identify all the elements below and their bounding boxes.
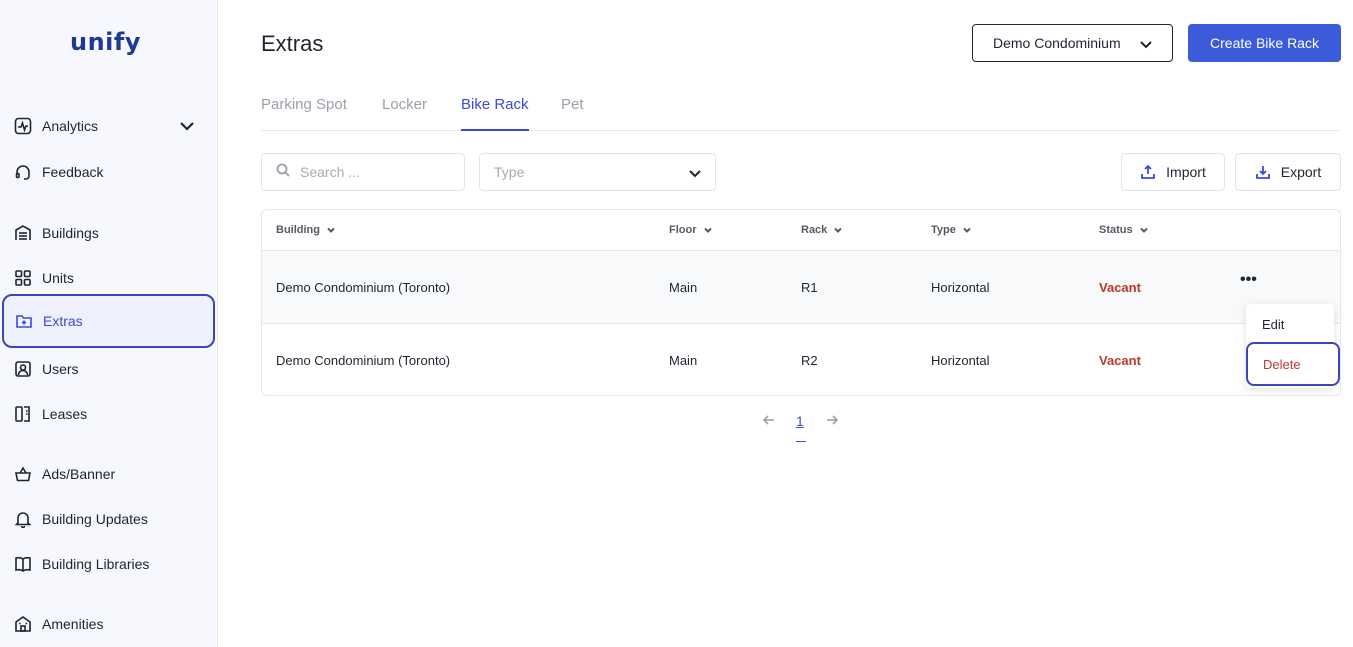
column-header-building[interactable]: Building [276, 224, 336, 236]
chevron-down-icon [326, 225, 336, 235]
column-header-type[interactable]: Type [931, 224, 972, 236]
status-badge: Vacant [1099, 353, 1141, 368]
column-header-rack[interactable]: Rack [801, 224, 843, 236]
sidebar-item-label: Units [42, 270, 74, 286]
grid-icon [14, 269, 32, 287]
import-label: Import [1166, 164, 1206, 180]
sidebar-item-users[interactable]: Users [0, 349, 218, 389]
more-options-icon[interactable]: ••• [1240, 272, 1262, 293]
sidebar-item-label: Amenities [42, 616, 104, 632]
menu-item-delete[interactable]: Delete [1246, 342, 1340, 386]
table-row[interactable]: Demo Condominium (Toronto) Main R1 Horiz… [262, 250, 1340, 323]
building-select-value: Demo Condominium [993, 35, 1121, 51]
search-icon [276, 163, 290, 182]
column-header-label: Status [1099, 224, 1133, 236]
chevron-down-icon[interactable] [178, 117, 196, 135]
sidebar-item-leases[interactable]: Leases [0, 394, 218, 434]
arrow-left-icon [762, 414, 776, 430]
menu-item-edit[interactable]: Edit [1262, 317, 1284, 332]
user-badge-icon [14, 360, 32, 378]
sidebar-item-label: Users [42, 361, 79, 377]
building-icon [14, 615, 32, 633]
sidebar-item-label: Building Libraries [42, 556, 150, 572]
document-icon [14, 405, 32, 423]
building-select[interactable]: Demo Condominium [972, 24, 1173, 62]
sidebar-item-label: Extras [43, 313, 83, 329]
sidebar-item-buildings[interactable]: Buildings [0, 213, 218, 253]
chevron-down-icon [962, 225, 972, 235]
cell-building: Demo Condominium (Toronto) [276, 353, 451, 368]
column-header-label: Floor [669, 224, 697, 236]
export-button[interactable]: Export [1235, 153, 1341, 191]
chevron-down-icon [1139, 225, 1149, 235]
app-logo[interactable]: unify [70, 28, 141, 56]
sidebar-item-building-libraries[interactable]: Building Libraries [0, 544, 218, 584]
sidebar-item-amenities[interactable]: Amenities [0, 604, 218, 644]
type-filter-select[interactable]: Type [479, 153, 716, 191]
extras-tabs: Parking Spot Locker Bike Rack Pet [261, 92, 1341, 131]
book-icon [14, 555, 32, 573]
sidebar: unify Analytics Feedback Buildings Units… [0, 0, 218, 647]
download-icon [1255, 164, 1271, 180]
sidebar-item-label: Feedback [42, 164, 104, 180]
sidebar-item-units[interactable]: Units [0, 258, 218, 298]
bike-rack-table: Building Floor Rack Type Status Demo Con… [261, 209, 1341, 396]
garage-icon [14, 224, 32, 242]
tab-locker[interactable]: Locker [382, 96, 427, 131]
column-header-label: Building [276, 224, 320, 236]
page-title: Extras [261, 31, 324, 56]
prev-page-button[interactable] [762, 413, 776, 437]
import-button[interactable]: Import [1121, 153, 1225, 191]
column-header-label: Type [931, 224, 956, 236]
status-badge: Vacant [1099, 280, 1141, 295]
sidebar-item-label: Leases [42, 406, 88, 422]
basket-icon [14, 465, 32, 483]
sidebar-item-extras[interactable]: Extras [2, 294, 215, 348]
sidebar-item-analytics[interactable]: Analytics [0, 106, 218, 146]
tab-bike-rack[interactable]: Bike Rack [461, 96, 529, 131]
chevron-down-icon [1138, 36, 1154, 52]
sidebar-item-building-updates[interactable]: Building Updates [0, 499, 218, 539]
upload-icon [1140, 164, 1156, 180]
bell-icon [14, 510, 32, 528]
cell-type: Horizontal [931, 353, 990, 368]
current-page-indicator [796, 441, 806, 442]
cell-building: Demo Condominium (Toronto) [276, 280, 451, 295]
headset-icon [14, 163, 32, 181]
type-filter-placeholder: Type [494, 164, 525, 180]
pulse-chart-icon [14, 117, 32, 135]
sidebar-item-ads-banner[interactable]: Ads/Banner [0, 454, 218, 494]
search-box[interactable] [261, 153, 465, 191]
chevron-down-icon [703, 225, 713, 235]
cell-floor: Main [669, 280, 698, 295]
column-header-label: Rack [801, 224, 828, 236]
arrow-right-icon [825, 414, 839, 430]
sidebar-item-label: Ads/Banner [42, 466, 116, 482]
tab-pet[interactable]: Pet [561, 96, 584, 131]
cell-type: Horizontal [931, 280, 990, 295]
table-row[interactable]: Demo Condominium (Toronto) Main R2 Horiz… [262, 323, 1340, 395]
sidebar-item-label: Analytics [42, 118, 99, 134]
sidebar-item-label: Building Updates [42, 511, 148, 527]
table-header: Building Floor Rack Type Status [262, 210, 1340, 251]
next-page-button[interactable] [825, 413, 839, 437]
cell-floor: Main [669, 353, 698, 368]
tab-parking-spot[interactable]: Parking Spot [261, 96, 347, 131]
create-bike-rack-button[interactable]: Create Bike Rack [1188, 24, 1341, 62]
export-label: Export [1280, 164, 1322, 180]
sidebar-item-label: Buildings [42, 225, 99, 241]
sidebar-item-feedback[interactable]: Feedback [0, 152, 218, 192]
chevron-down-icon [687, 165, 703, 181]
folder-plus-icon [15, 312, 33, 330]
chevron-down-icon [833, 225, 843, 235]
search-input[interactable] [300, 164, 450, 180]
column-header-floor[interactable]: Floor [669, 224, 713, 236]
page-number-button[interactable]: 1 [796, 413, 804, 437]
column-header-status[interactable]: Status [1099, 224, 1149, 236]
cell-rack: R1 [801, 280, 818, 295]
cell-rack: R2 [801, 353, 818, 368]
